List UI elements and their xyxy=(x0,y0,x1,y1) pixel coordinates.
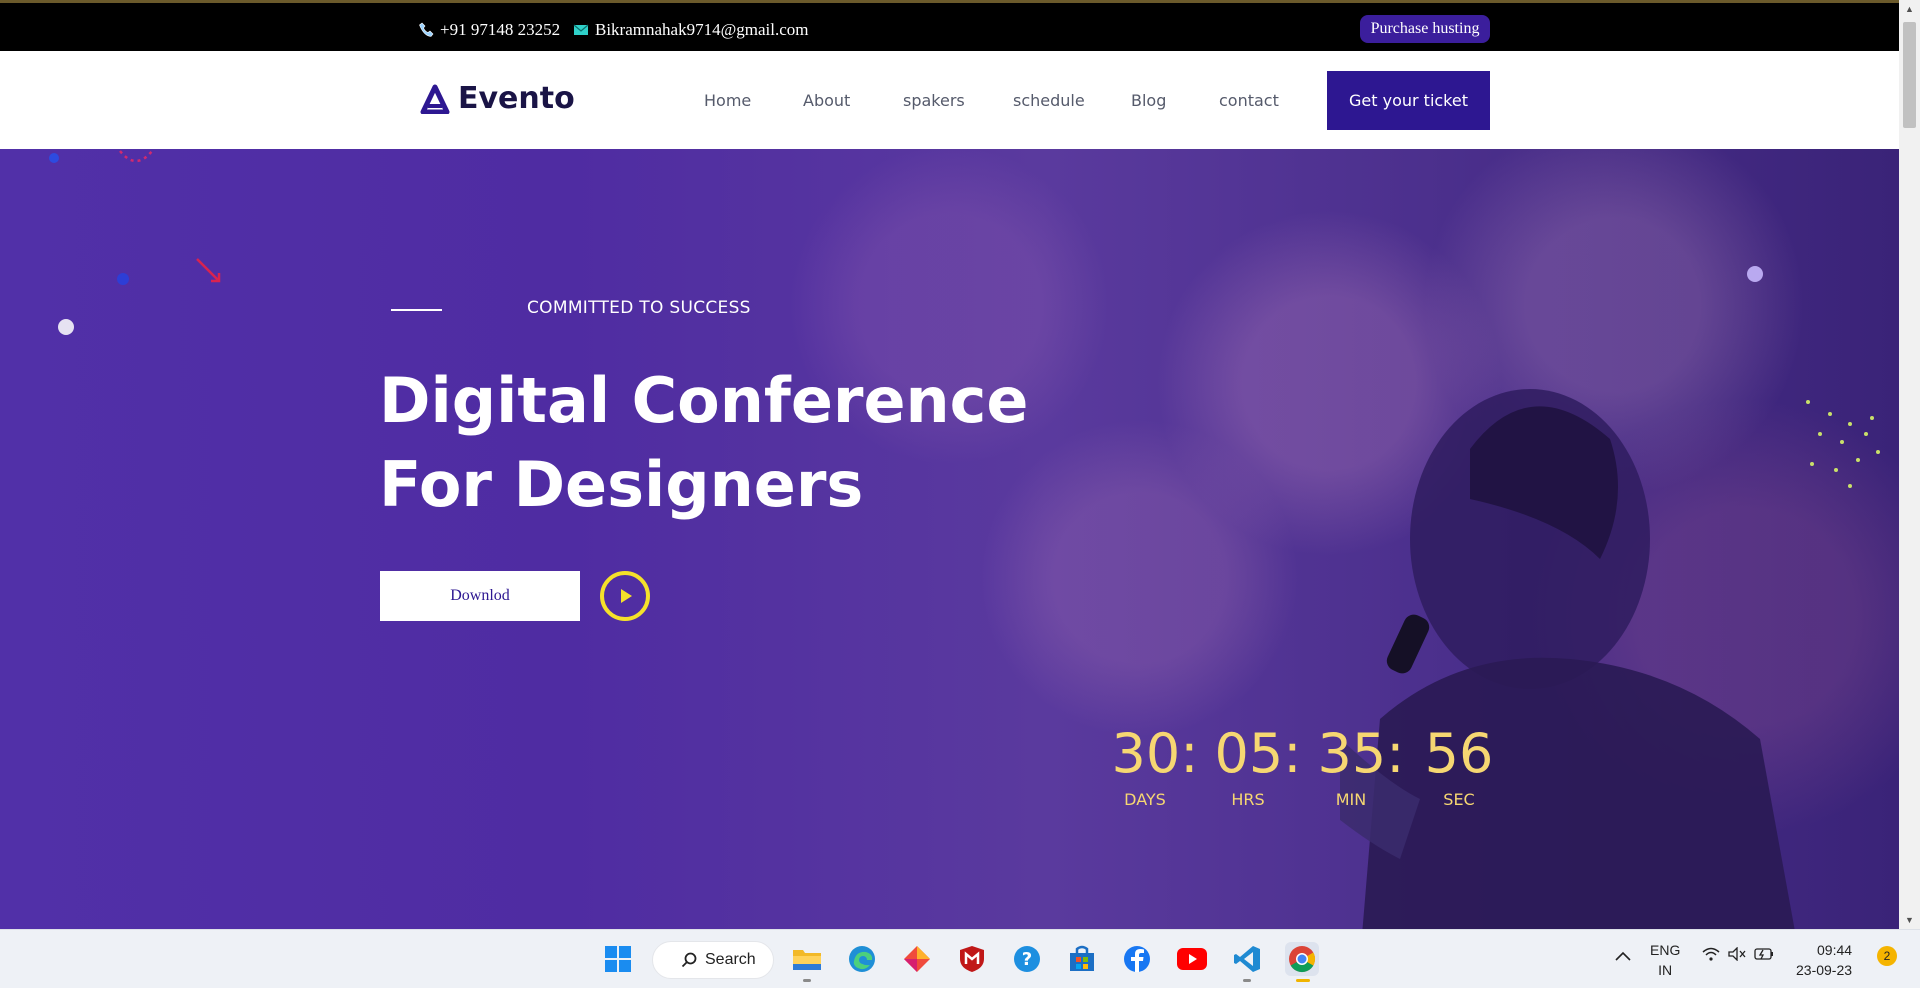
mail-icon xyxy=(573,24,589,35)
decorative-dot-cluster xyxy=(1806,400,1880,488)
language-indicator[interactable]: ENG IN xyxy=(1650,940,1680,980)
countdown-value: 05: xyxy=(1214,722,1302,785)
play-video-button[interactable] xyxy=(600,571,650,621)
purchase-hosting-button[interactable]: Purchase husting xyxy=(1360,15,1490,43)
tagline-rule xyxy=(391,309,442,311)
page-scrollbar[interactable]: ▲ ▼ xyxy=(1899,0,1920,929)
chrome-button[interactable] xyxy=(1285,942,1319,976)
mcafee-button[interactable] xyxy=(955,942,989,976)
main-navbar: Evento Home About spakers schedule Blog … xyxy=(0,51,1899,149)
language-code: ENG xyxy=(1650,942,1681,958)
diamond-app-icon xyxy=(904,946,930,972)
download-button[interactable]: Downlod xyxy=(380,571,580,621)
nav-item-speakers[interactable]: spakers xyxy=(903,91,965,110)
windows-logo-icon xyxy=(605,946,631,972)
countdown-label: DAYS xyxy=(1124,790,1166,809)
vscode-button[interactable] xyxy=(1230,942,1264,976)
wifi-icon xyxy=(1702,947,1720,961)
play-icon xyxy=(621,589,632,603)
decorative-dot xyxy=(117,273,129,285)
running-indicator xyxy=(1243,979,1251,982)
clock[interactable]: 09:44 23-09-23 xyxy=(1796,940,1852,980)
youtube-icon xyxy=(1177,948,1207,970)
top-info-bar: +91 97148 23252 Bikramnahak9714@gmail.co… xyxy=(0,0,1899,51)
countdown-value: 35: xyxy=(1317,722,1405,785)
battery-icon xyxy=(1754,948,1773,960)
nav-item-contact[interactable]: contact xyxy=(1219,91,1279,110)
nav-item-about[interactable]: About xyxy=(803,91,850,110)
hero-headline: Digital Conference For Designers xyxy=(379,359,1079,527)
decorative-arc xyxy=(119,150,153,163)
windows-taskbar: Search ? ENG IN 09:44 23-09-23 2 xyxy=(0,929,1920,988)
decorative-dot xyxy=(1747,266,1763,282)
countdown-value: 30: xyxy=(1111,722,1199,785)
chevron-up-icon xyxy=(1615,951,1631,961)
region-code: IN xyxy=(1658,962,1673,978)
folder-icon xyxy=(793,950,821,970)
countdown-minutes: 35: MIN xyxy=(1316,722,1406,810)
mcafee-shield-icon xyxy=(960,946,984,972)
get-ticket-button[interactable]: Get your ticket xyxy=(1327,71,1490,130)
file-explorer-button[interactable] xyxy=(790,942,824,976)
nav-item-schedule[interactable]: schedule xyxy=(1013,91,1085,110)
edge-button[interactable] xyxy=(845,942,879,976)
countdown-label: HRS xyxy=(1231,790,1265,809)
search-icon xyxy=(681,952,697,968)
vscode-icon xyxy=(1234,946,1260,972)
brand-name: Evento xyxy=(458,81,575,116)
countdown-value: 56 xyxy=(1424,722,1494,785)
phone-icon xyxy=(419,22,434,37)
phone-contact[interactable]: +91 97148 23252 xyxy=(418,20,560,40)
facebook-button[interactable] xyxy=(1120,942,1154,976)
clock-time: 09:44 xyxy=(1817,942,1853,958)
speaker-silhouette-image xyxy=(1340,389,1795,929)
help-icon: ? xyxy=(1014,946,1040,972)
nav-item-blog[interactable]: Blog xyxy=(1131,91,1166,110)
search-label: Search xyxy=(705,951,756,968)
start-button[interactable] xyxy=(601,942,635,976)
brand-logo[interactable]: Evento xyxy=(420,81,575,116)
system-status-icons[interactable] xyxy=(1702,947,1774,961)
edge-browser-icon xyxy=(849,946,875,972)
chrome-icon xyxy=(1289,946,1316,973)
headline-line-1: Digital Conference xyxy=(379,364,1029,437)
scroll-down-arrow-icon[interactable]: ▼ xyxy=(1905,915,1914,925)
decorative-dot xyxy=(58,319,74,335)
taskbar-search[interactable]: Search xyxy=(652,941,774,979)
speaker-muted-icon xyxy=(1728,947,1746,961)
countdown-seconds: 56 SEC xyxy=(1424,722,1494,810)
store-icon xyxy=(1070,945,1094,971)
app-button-diamond[interactable] xyxy=(900,942,934,976)
help-button[interactable]: ? xyxy=(1010,942,1044,976)
store-button[interactable] xyxy=(1065,942,1099,976)
running-indicator xyxy=(803,979,811,982)
facebook-icon xyxy=(1124,946,1150,972)
phone-number: +91 97148 23252 xyxy=(440,20,561,39)
active-app-indicator xyxy=(1296,979,1310,982)
nav-item-home[interactable]: Home xyxy=(704,91,751,110)
scroll-thumb[interactable] xyxy=(1903,22,1916,128)
clock-date: 23-09-23 xyxy=(1796,962,1853,978)
scroll-up-arrow-icon[interactable]: ▲ xyxy=(1905,4,1914,14)
email-contact[interactable]: Bikramnahak9714@gmail.com xyxy=(573,20,808,40)
email-address: Bikramnahak9714@gmail.com xyxy=(595,20,809,39)
hero-tagline: COMMITTED TO SUCCESS xyxy=(527,298,751,318)
show-hidden-icons-button[interactable] xyxy=(1615,946,1631,966)
hero-section: COMMITTED TO SUCCESS Digital Conference … xyxy=(0,149,1899,929)
countdown-label: MIN xyxy=(1335,790,1367,809)
youtube-button[interactable] xyxy=(1175,942,1209,976)
evento-logo-icon xyxy=(420,84,450,114)
headline-line-2: For Designers xyxy=(379,448,864,521)
countdown-label: SEC xyxy=(1443,790,1475,809)
notification-badge[interactable]: 2 xyxy=(1877,946,1897,966)
countdown-hours: 05: HRS xyxy=(1213,722,1303,810)
decorative-arrow-icon xyxy=(196,258,221,283)
countdown-days: 30: DAYS xyxy=(1110,722,1200,810)
svg-text:?: ? xyxy=(1022,949,1032,970)
decorative-dot xyxy=(49,153,59,163)
